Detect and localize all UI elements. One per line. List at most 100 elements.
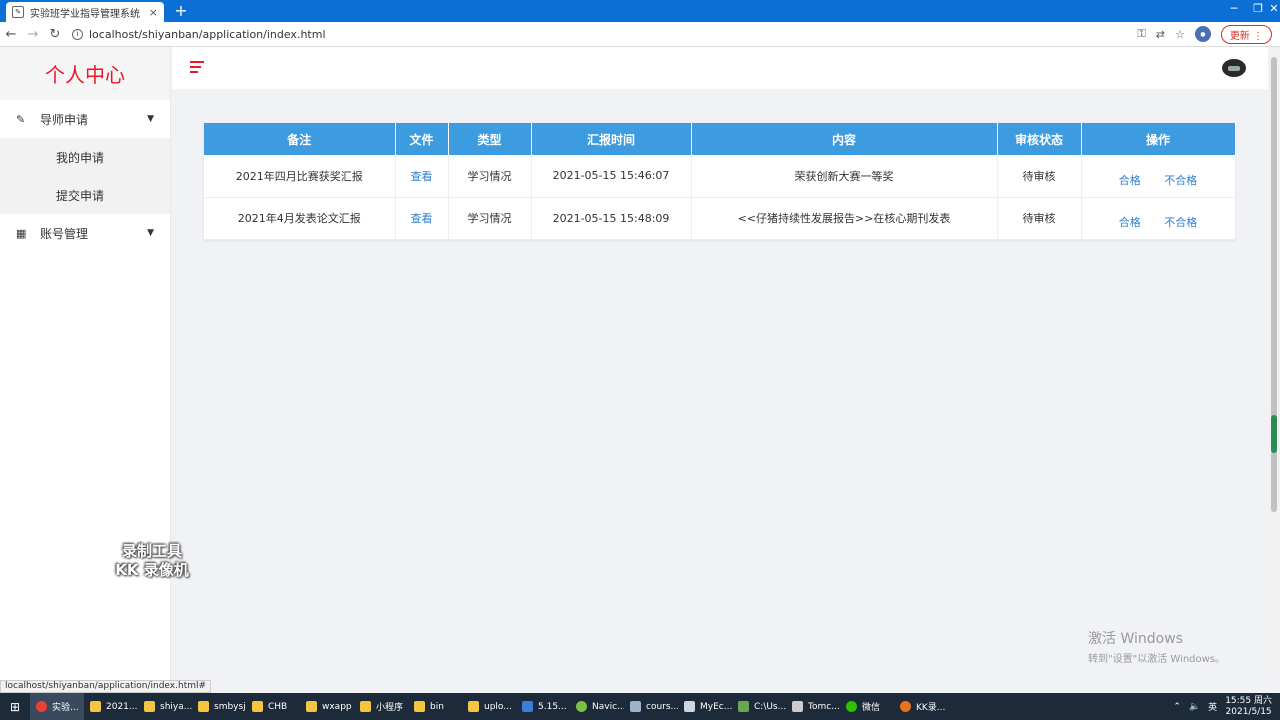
cell-note: 2021年4月发表论文汇报 <box>204 197 396 240</box>
taskbar-item[interactable]: 实验... <box>30 693 84 720</box>
address-bar: ← → ↻ i localhost/shiyanban/application/… <box>0 22 1280 47</box>
cell-time: 2021-05-15 15:46:07 <box>531 155 692 198</box>
system-tray: ⌃ 🔈 英 15:55 周六 2021/5/15 <box>1173 696 1280 718</box>
view-file-link[interactable]: 查看 <box>411 170 433 183</box>
submenu-submit-application[interactable]: 提交申请 <box>0 176 170 214</box>
key-icon[interactable]: ⚿ <box>1137 27 1145 41</box>
menu-label: 账号管理 <box>40 226 89 241</box>
view-file-link[interactable]: 查看 <box>411 212 433 225</box>
windows-taskbar: ⊞ 实验... 2021... shiya... smbysj CHB wxap… <box>0 693 1280 720</box>
advisor-submenu: 我的申请 提交申请 <box>0 138 170 214</box>
scroll-marker <box>1271 415 1277 453</box>
tray-expand-icon[interactable]: ⌃ <box>1173 702 1181 712</box>
taskbar-item[interactable]: cours... <box>624 693 678 720</box>
cell-file: 查看 <box>395 155 449 198</box>
cell-content: <<仔猪持续性发展报告>>在核心期刊发表 <box>691 197 998 240</box>
taskbar-item[interactable]: 5.15... <box>516 693 570 720</box>
translate-icon[interactable]: ⇄ <box>1156 28 1165 41</box>
site-info-icon[interactable]: i <box>72 28 83 40</box>
recorder-watermark: 录制工具 KK 录像机 <box>106 542 198 580</box>
minimize-button[interactable]: ─ <box>1222 2 1246 15</box>
taskbar-item[interactable]: shiya... <box>138 693 192 720</box>
bookmark-star-icon[interactable]: ☆ <box>1175 28 1185 41</box>
taskbar-item[interactable]: Navic... <box>570 693 624 720</box>
menu-account-management[interactable]: ▦ 账号管理 ▼ <box>0 214 170 252</box>
new-tab-button[interactable]: + <box>172 1 190 20</box>
taskbar-item[interactable]: wxapp <box>300 693 354 720</box>
update-label: 更新 <box>1229 30 1250 42</box>
reject-button[interactable]: 不合格 <box>1164 172 1197 188</box>
user-avatar[interactable] <box>1222 59 1246 77</box>
taskbar-item[interactable]: CHB <box>246 693 300 720</box>
col-header-content: 内容 <box>691 123 998 155</box>
chevron-down-icon: ▼ <box>147 114 154 124</box>
url-field[interactable]: i localhost/shiyanban/application/index.… <box>72 28 1137 41</box>
activation-hint: 转到"设置"以激活 Windows。 <box>1088 654 1226 665</box>
close-window-button[interactable]: ✕ <box>1262 2 1280 15</box>
profile-avatar[interactable]: ● <box>1194 26 1211 42</box>
chevron-down-icon: ▼ <box>147 228 154 238</box>
menu-toggle-icon[interactable] <box>190 61 204 76</box>
main-header <box>172 47 1268 89</box>
col-header-actions: 操作 <box>1081 123 1236 155</box>
cell-note: 2021年四月比赛获奖汇报 <box>204 155 396 198</box>
clock-date: 2021/5/15 <box>1225 706 1272 717</box>
back-arrow-icon[interactable]: ← <box>0 27 22 42</box>
taskbar-item[interactable]: 2021... <box>84 693 138 720</box>
table-row: 2021年4月发表论文汇报 查看 学习情况 2021-05-15 15:48:0… <box>204 197 1236 240</box>
tab-close-icon[interactable]: × <box>149 6 158 19</box>
report-table: 备注 文件 类型 汇报时间 内容 审核状态 操作 2021年四月比赛获奖汇报 查… <box>204 123 1236 240</box>
cell-actions: 合格 不合格 <box>1081 155 1236 198</box>
submenu-my-applications[interactable]: 我的申请 <box>0 138 170 176</box>
cell-content: 荣获创新大赛一等奖 <box>691 155 998 198</box>
taskbar-item[interactable]: smbysj <box>192 693 246 720</box>
col-header-time: 汇报时间 <box>531 123 692 155</box>
taskbar-item[interactable]: 小程序 <box>354 693 408 720</box>
taskbar-item[interactable]: Tomc... <box>786 693 840 720</box>
browser-tab[interactable]: ✎ 实验班学业指导管理系统 × <box>6 2 164 22</box>
clock-time: 15:55 周六 <box>1225 695 1272 706</box>
taskbar-item[interactable]: MyEc... <box>678 693 732 720</box>
approve-button[interactable]: 合格 <box>1119 172 1141 188</box>
cell-file: 查看 <box>395 197 449 240</box>
update-button[interactable]: 更新 ⋮ <box>1220 24 1272 44</box>
watermark-line1: 录制工具 <box>121 542 182 560</box>
col-header-file: 文件 <box>395 123 449 155</box>
link-status-bar: localhost/shiyanban/application/index.ht… <box>0 680 212 693</box>
windows-activation-watermark: 激活 Windows 转到"设置"以激活 Windows。 <box>1088 628 1225 665</box>
col-header-type: 类型 <box>448 123 532 155</box>
brand-title: 个人中心 <box>0 47 170 100</box>
menu-advisor-application[interactable]: ✎ 导师申请 ▼ <box>0 100 170 138</box>
system-clock[interactable]: 15:55 周六 2021/5/15 <box>1225 696 1272 718</box>
cell-status: 待审核 <box>997 155 1082 198</box>
taskbar-item[interactable]: C:\Us... <box>732 693 786 720</box>
windows-start-icon[interactable]: ⊞ <box>0 700 30 714</box>
reload-icon[interactable]: ↻ <box>44 27 66 42</box>
reject-button[interactable]: 不合格 <box>1164 214 1197 230</box>
ime-indicator[interactable]: 英 <box>1208 700 1217 713</box>
page-favicon-icon: ✎ <box>12 6 24 18</box>
taskbar-item[interactable]: uplo... <box>462 693 516 720</box>
table-row: 2021年四月比赛获奖汇报 查看 学习情况 2021-05-15 15:46:0… <box>204 155 1236 198</box>
approve-button[interactable]: 合格 <box>1119 214 1141 230</box>
sidebar: 个人中心 ✎ 导师申请 ▼ 我的申请 提交申请 ▦ 账号管理 ▼ <box>0 47 171 680</box>
tab-title: 实验班学业指导管理系统 <box>30 8 140 20</box>
taskbar-item[interactable]: KK录... <box>894 693 948 720</box>
watermark-line2: KK 录像机 <box>115 561 189 579</box>
col-header-note: 备注 <box>204 123 396 155</box>
col-header-status: 审核状态 <box>997 123 1082 155</box>
forward-arrow-icon[interactable]: → <box>22 27 44 42</box>
cell-actions: 合格 不合格 <box>1081 197 1236 240</box>
taskbar-item[interactable]: bin <box>408 693 462 720</box>
page-scrollbar[interactable] <box>1268 47 1280 680</box>
grid-icon: ▦ <box>16 226 27 240</box>
pencil-icon: ✎ <box>16 112 26 126</box>
cell-status: 待审核 <box>997 197 1082 240</box>
taskbar-item[interactable]: 微信 <box>840 693 894 720</box>
report-table-card: 备注 文件 类型 汇报时间 内容 审核状态 操作 2021年四月比赛获奖汇报 查… <box>204 123 1236 240</box>
activation-title: 激活 Windows <box>1088 631 1183 647</box>
volume-icon[interactable]: 🔈 <box>1189 702 1200 712</box>
cell-type: 学习情况 <box>448 197 532 240</box>
browser-tab-bar: ✎ 实验班学业指导管理系统 × + ─ ❐ ✕ <box>0 0 1280 22</box>
table-header-row: 备注 文件 类型 汇报时间 内容 审核状态 操作 <box>204 123 1236 155</box>
